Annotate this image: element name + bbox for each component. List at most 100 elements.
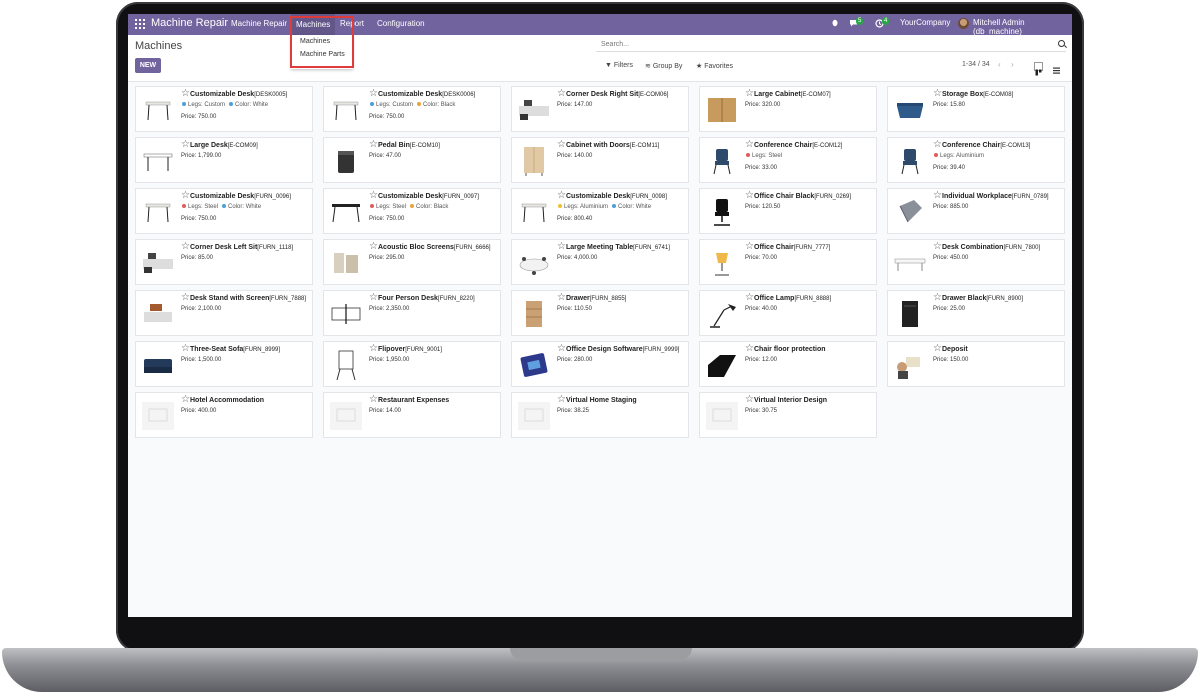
pager-next-icon[interactable]: › [1011,60,1014,69]
product-card[interactable]: ☆ Office Chair Black[FURN_0269] Price: 120… [699,188,877,234]
favorite-star-icon[interactable]: ☆ [745,140,754,150]
product-card[interactable]: ☆ Three-Seat Sofa[FURN_8999] Price: 1,500.… [135,341,313,387]
favorite-star-icon[interactable]: ☆ [557,395,566,405]
product-card[interactable]: ☆ Office Chair[FURN_7777] Price: 70.00 [699,239,877,285]
list-view-icon[interactable] [1052,62,1061,74]
product-name: Corner Desk Left Sit[FURN_1118] [190,244,293,251]
product-card[interactable]: ☆ Customizable Desk[FURN_0098] Legs: Alumi… [511,188,689,234]
product-card[interactable]: ☆ Large Desk[E-COM09] Price: 1,799.00 [135,137,313,183]
product-card[interactable]: ☆ Large Cabinet[E-COM07] Price: 320.00 [699,86,877,132]
favorite-star-icon[interactable]: ☆ [557,242,566,252]
favorite-star-icon[interactable]: ☆ [933,242,942,252]
search-input[interactable]: Search... [596,39,1066,52]
product-card[interactable]: ☆ Desk Stand with Screen[FURN_7888] Price:… [135,290,313,336]
product-card[interactable]: ☆ Customizable Desk[DESK0005] Legs: Custom… [135,86,313,132]
user-avatar[interactable] [958,18,969,29]
app-brand[interactable]: Machine Repair [151,17,228,29]
product-card[interactable]: ☆ Customizable Desk[FURN_0096] Legs: Steel… [135,188,313,234]
menu-configuration[interactable]: Configuration [377,19,425,28]
product-card[interactable]: ☆ Drawer[FURN_8855] Price: 110.50 [511,290,689,336]
favorite-star-icon[interactable]: ☆ [181,140,190,150]
favorite-star-icon[interactable]: ☆ [933,140,942,150]
favorite-star-icon[interactable]: ☆ [745,89,754,99]
company-switcher[interactable]: YourCompany [900,18,950,27]
product-card[interactable]: ☆ Storage Box[E-COM08] Price: 15.80 [887,86,1065,132]
product-card[interactable]: ☆ Four Person Desk[FURN_8220] Price: 2,350… [323,290,501,336]
favorite-star-icon[interactable]: ☆ [933,293,942,303]
product-card[interactable]: ☆ Cabinet with Doors[E-COM11] Price: 140.0… [511,137,689,183]
product-card[interactable]: ☆ Large Meeting Table[FURN_6741] Price: 4,… [511,239,689,285]
favorite-star-icon[interactable]: ☆ [181,242,190,252]
product-card[interactable]: ☆ Pedal Bin[E-COM10] Price: 47.00 [323,137,501,183]
product-card[interactable]: ☆ Hotel Accommodation Price: 400.00 [135,392,313,438]
favorite-star-icon[interactable]: ☆ [369,89,378,99]
product-card[interactable]: ☆ Desk Combination[FURN_7800] Price: 450.0… [887,239,1065,285]
favorite-star-icon[interactable]: ☆ [557,293,566,303]
product-card[interactable]: ☆ Virtual Interior Design Price: 30.75 [699,392,877,438]
favorite-star-icon[interactable]: ☆ [745,191,754,201]
pager-value[interactable]: 1-34 / 34 [962,61,990,68]
product-name: Cabinet with Doors[E-COM11] [566,142,659,149]
product-card[interactable]: ☆ Restaurant Expenses Price: 14.00 [323,392,501,438]
favorite-star-icon[interactable]: ☆ [369,242,378,252]
favorite-star-icon[interactable]: ☆ [369,293,378,303]
product-card[interactable]: ☆ Conference Chair[E-COM13] Legs: Aluminiu… [887,137,1065,183]
favorite-star-icon[interactable]: ☆ [557,344,566,354]
product-price: Price: 320.00 [745,102,781,108]
favorite-star-icon[interactable]: ☆ [181,344,190,354]
product-card[interactable]: ☆ Conference Chair[E-COM12] Legs: Steel Pri… [699,137,877,183]
product-card[interactable]: ☆ Corner Desk Left Sit[FURN_1118] Price: 8… [135,239,313,285]
favorite-star-icon[interactable]: ☆ [745,344,754,354]
product-card[interactable]: ☆ Customizable Desk[DESK0006] Legs: Custom… [323,86,501,132]
favorite-star-icon[interactable]: ☆ [557,89,566,99]
new-button[interactable]: NEW [135,58,161,73]
product-card[interactable]: ☆ Acoustic Bloc Screens[FURN_6666] Price: … [323,239,501,285]
product-card[interactable]: ☆ Chair floor protection Price: 12.00 [699,341,877,387]
product-name: Customizable Desk[DESK0006] [378,91,475,98]
user-menu[interactable]: Mitchell Admin (db_machine) [973,18,1072,36]
bug-icon[interactable] [831,18,839,29]
product-card[interactable]: ☆ Drawer Black[FURN_8900] Price: 25.00 [887,290,1065,336]
attribute-value: Legs: Aluminium [564,204,609,210]
favorite-star-icon[interactable]: ☆ [181,89,190,99]
favorites-button[interactable]: ★ Favorites [696,62,733,70]
product-name: Acoustic Bloc Screens[FURN_6666] [378,244,491,251]
activities-icon[interactable]: 4 [875,17,890,30]
favorite-star-icon[interactable]: ☆ [181,395,190,405]
product-name: Customizable Desk[FURN_0098] [566,193,667,200]
product-card[interactable]: ☆ Flipover[FURN_9001] Price: 1,950.00 [323,341,501,387]
favorite-star-icon[interactable]: ☆ [181,191,190,201]
pager-prev-icon[interactable]: ‹ [998,60,1001,69]
favorite-star-icon[interactable]: ☆ [745,293,754,303]
product-name: Virtual Home Staging [566,397,637,404]
menu-machine-repair[interactable]: Machine Repair [231,19,287,28]
messages-icon[interactable]: 5 [849,17,864,29]
product-price: Price: 85.00 [181,255,214,261]
favorite-star-icon[interactable]: ☆ [369,191,378,201]
product-card[interactable]: ☆ Office Lamp[FURN_8888] Price: 40.00 [699,290,877,336]
product-card[interactable]: ☆ Virtual Home Staging Price: 38.25 [511,392,689,438]
product-card[interactable]: ☆ Office Design Software[FURN_9999] Price:… [511,341,689,387]
favorite-star-icon[interactable]: ☆ [745,242,754,252]
kanban-view-icon[interactable] [1034,62,1043,76]
product-card[interactable]: ☆ Customizable Desk[FURN_0097] Legs: Steel… [323,188,501,234]
favorite-star-icon[interactable]: ☆ [557,191,566,201]
favorite-star-icon[interactable]: ☆ [181,293,190,303]
favorite-star-icon[interactable]: ☆ [557,140,566,150]
search-icon[interactable] [1058,40,1065,47]
product-card[interactable]: ☆ Deposit Price: 150.00 [887,341,1065,387]
groupby-button[interactable]: ≋ Group By [645,62,682,70]
product-card[interactable]: ☆ Individual Workplace[FURN_0789] Price: 8… [887,188,1065,234]
favorite-star-icon[interactable]: ☆ [369,395,378,405]
favorite-star-icon[interactable]: ☆ [933,344,942,354]
favorite-star-icon[interactable]: ☆ [933,89,942,99]
favorite-star-icon[interactable]: ☆ [745,395,754,405]
product-name: Large Meeting Table[FURN_6741] [566,244,670,251]
product-card[interactable]: ☆ Corner Desk Right Sit[E-COM06] Price: 14… [511,86,689,132]
favorite-star-icon[interactable]: ☆ [369,140,378,150]
apps-menu-icon[interactable] [135,19,145,29]
favorite-star-icon[interactable]: ☆ [369,344,378,354]
filters-button[interactable]: ▼ Filters [605,62,633,69]
favorite-star-icon[interactable]: ☆ [933,191,942,201]
product-price: Price: 2,100.00 [181,306,222,312]
